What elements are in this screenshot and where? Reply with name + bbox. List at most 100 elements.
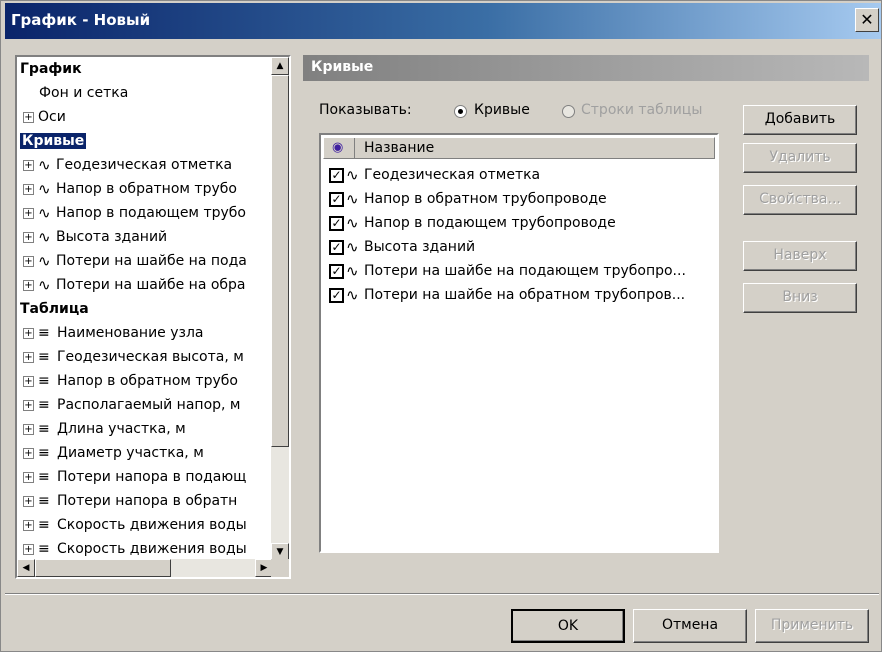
curves-list[interactable]: ◉ Название ✓ ∿ Геодезическая отметка ✓ ∿ Напо… bbox=[319, 133, 719, 553]
checkbox-checked-icon[interactable]: ✓ bbox=[329, 263, 344, 279]
apply-button[interactable]: Применить bbox=[755, 609, 869, 643]
tree-item[interactable]: + ≡ Потери напора в обратн bbox=[23, 489, 237, 513]
tree-item-label: Потери напора в обратн bbox=[57, 493, 238, 509]
scroll-corner bbox=[271, 559, 289, 577]
tree-item[interactable]: + ≡ Диаметр участка, м bbox=[23, 441, 204, 465]
column-divider[interactable] bbox=[354, 138, 355, 158]
expand-icon[interactable]: + bbox=[23, 351, 34, 363]
expand-icon[interactable]: + bbox=[23, 423, 34, 435]
tree-item[interactable]: + ∿ Потери на шайбе на обра bbox=[23, 273, 246, 297]
delete-button[interactable]: Удалить bbox=[743, 143, 857, 173]
expand-icon[interactable]: + bbox=[23, 543, 34, 555]
tree-section-label: График bbox=[20, 61, 82, 77]
settings-tree[interactable]: График Фон и сетка + Оси Кривые + ∿ Геодезическ… bbox=[15, 55, 291, 579]
properties-button[interactable]: Свойства... bbox=[743, 185, 857, 215]
table-column-icon: ≡ bbox=[38, 397, 50, 413]
radio-curves-label[interactable]: Кривые bbox=[474, 102, 530, 118]
list-item[interactable]: ✓ ∿ Напор в подающем трубопроводе bbox=[329, 211, 616, 235]
tree-item[interactable]: + ≡ Геодезическая высота, м bbox=[23, 345, 244, 369]
checkbox-checked-icon[interactable]: ✓ bbox=[329, 287, 344, 303]
title-bar[interactable]: График - Новый ✕ bbox=[5, 3, 881, 39]
tree-item[interactable]: + Оси bbox=[23, 105, 66, 129]
list-header[interactable]: ◉ Название bbox=[323, 137, 715, 159]
tree-item-label: Скорость движения воды bbox=[57, 541, 247, 557]
radio-table-rows-label[interactable]: Строки таблицы bbox=[581, 102, 702, 118]
table-column-icon: ≡ bbox=[38, 373, 50, 389]
tree-item[interactable]: + ≡ Скорость движения воды bbox=[23, 513, 247, 537]
move-up-button[interactable]: Наверх bbox=[743, 241, 857, 271]
tree-item[interactable]: + ∿ Потери на шайбе на пода bbox=[23, 249, 247, 273]
expand-icon[interactable]: + bbox=[23, 207, 34, 219]
expand-icon[interactable]: + bbox=[23, 231, 34, 243]
tree-horizontal-scrollbar[interactable]: ◀ ▶ bbox=[17, 559, 273, 577]
table-column-icon: ≡ bbox=[38, 517, 50, 533]
checkbox-checked-icon[interactable]: ✓ bbox=[329, 239, 344, 255]
list-item[interactable]: ✓ ∿ Высота зданий bbox=[329, 235, 475, 259]
curve-icon: ∿ bbox=[38, 228, 51, 246]
expand-icon[interactable]: + bbox=[23, 447, 34, 459]
list-item[interactable]: ✓ ∿ Геодезическая отметка bbox=[329, 163, 540, 187]
cancel-button[interactable]: Отмена bbox=[633, 609, 747, 643]
expand-icon[interactable]: + bbox=[23, 471, 34, 483]
ok-button[interactable]: OK bbox=[511, 609, 625, 643]
tree-item[interactable]: + ∿ Напор в подающем трубо bbox=[23, 201, 246, 225]
eye-icon[interactable]: ◉ bbox=[332, 140, 352, 156]
radio-table-rows[interactable] bbox=[562, 105, 575, 118]
checkbox-checked-icon[interactable]: ✓ bbox=[329, 191, 344, 207]
tree-section[interactable]: Кривые bbox=[20, 129, 87, 153]
add-button[interactable]: Добавить bbox=[743, 105, 857, 135]
tree-item-label: Геодезическая отметка bbox=[56, 157, 233, 173]
tree-section[interactable]: Таблица bbox=[20, 297, 89, 321]
checkbox-checked-icon[interactable]: ✓ bbox=[329, 215, 344, 231]
tree-item[interactable]: + ≡ Длина участка, м bbox=[23, 417, 186, 441]
scroll-up-icon[interactable]: ▲ bbox=[271, 57, 289, 75]
table-column-icon: ≡ bbox=[38, 445, 50, 461]
tree-item[interactable]: + ≡ Напор в обратном трубо bbox=[23, 369, 238, 393]
list-item[interactable]: ✓ ∿ Напор в обратном трубопроводе bbox=[329, 187, 607, 211]
tree-item-label: Диаметр участка, м bbox=[57, 445, 204, 461]
expand-icon[interactable]: + bbox=[23, 255, 34, 267]
curve-icon: ∿ bbox=[38, 156, 51, 174]
table-column-icon: ≡ bbox=[38, 469, 50, 485]
tree-section-label: Кривые bbox=[20, 133, 87, 149]
tree-vertical-scrollbar[interactable]: ▲ ▼ bbox=[271, 57, 289, 561]
close-button[interactable]: ✕ bbox=[855, 8, 879, 32]
tree-item[interactable]: + ≡ Располагаемый напор, м bbox=[23, 393, 240, 417]
tree-item[interactable]: + ∿ Напор в обратном трубо bbox=[23, 177, 237, 201]
tree-item-label: Оси bbox=[38, 109, 66, 125]
tree-item[interactable]: + ∿ Высота зданий bbox=[23, 225, 167, 249]
column-header-name[interactable]: Название bbox=[364, 140, 434, 156]
tree-item-label: Напор в подающем трубо bbox=[56, 205, 246, 221]
tree-item[interactable]: + ≡ Скорость движения воды bbox=[23, 537, 247, 561]
tree-item[interactable]: Фон и сетка bbox=[39, 81, 128, 105]
expand-icon[interactable]: + bbox=[23, 327, 34, 339]
tree-item[interactable]: + ≡ Наименование узла bbox=[23, 321, 204, 345]
list-item[interactable]: ✓ ∿ Потери на шайбе на подающем трубопро..… bbox=[329, 259, 686, 283]
curve-icon: ∿ bbox=[38, 180, 51, 198]
expand-icon[interactable]: + bbox=[23, 375, 34, 387]
list-item[interactable]: ✓ ∿ Потери на шайбе на обратном трубопров.… bbox=[329, 283, 685, 307]
tree-section-label: Таблица bbox=[20, 301, 89, 317]
expand-icon[interactable]: + bbox=[23, 399, 34, 411]
tree-section[interactable]: График bbox=[20, 57, 82, 81]
scroll-thumb-horizontal[interactable] bbox=[35, 559, 171, 577]
expand-icon[interactable]: + bbox=[23, 159, 34, 171]
scroll-thumb[interactable] bbox=[271, 75, 289, 447]
radio-curves[interactable] bbox=[454, 105, 467, 118]
tree-item-label: Располагаемый напор, м bbox=[57, 397, 241, 413]
move-down-button[interactable]: Вниз bbox=[743, 283, 857, 313]
list-item-label: Потери на шайбе на подающем трубопро... bbox=[364, 263, 686, 279]
curve-icon: ∿ bbox=[346, 238, 359, 256]
expand-icon[interactable]: + bbox=[23, 183, 34, 195]
expand-icon[interactable]: + bbox=[23, 495, 34, 507]
expand-icon[interactable]: + bbox=[23, 279, 34, 291]
tree-item[interactable]: + ≡ Потери напора в подающ bbox=[23, 465, 246, 489]
expand-icon[interactable]: + bbox=[23, 519, 34, 531]
tree-item-label: Потери напора в подающ bbox=[57, 469, 247, 485]
expand-icon[interactable]: + bbox=[23, 111, 34, 123]
checkbox-checked-icon[interactable]: ✓ bbox=[329, 167, 344, 183]
table-column-icon: ≡ bbox=[38, 541, 50, 557]
tree-item[interactable]: + ∿ Геодезическая отметка bbox=[23, 153, 232, 177]
scroll-left-icon[interactable]: ◀ bbox=[17, 559, 35, 577]
panel-header: Кривые bbox=[303, 55, 869, 81]
